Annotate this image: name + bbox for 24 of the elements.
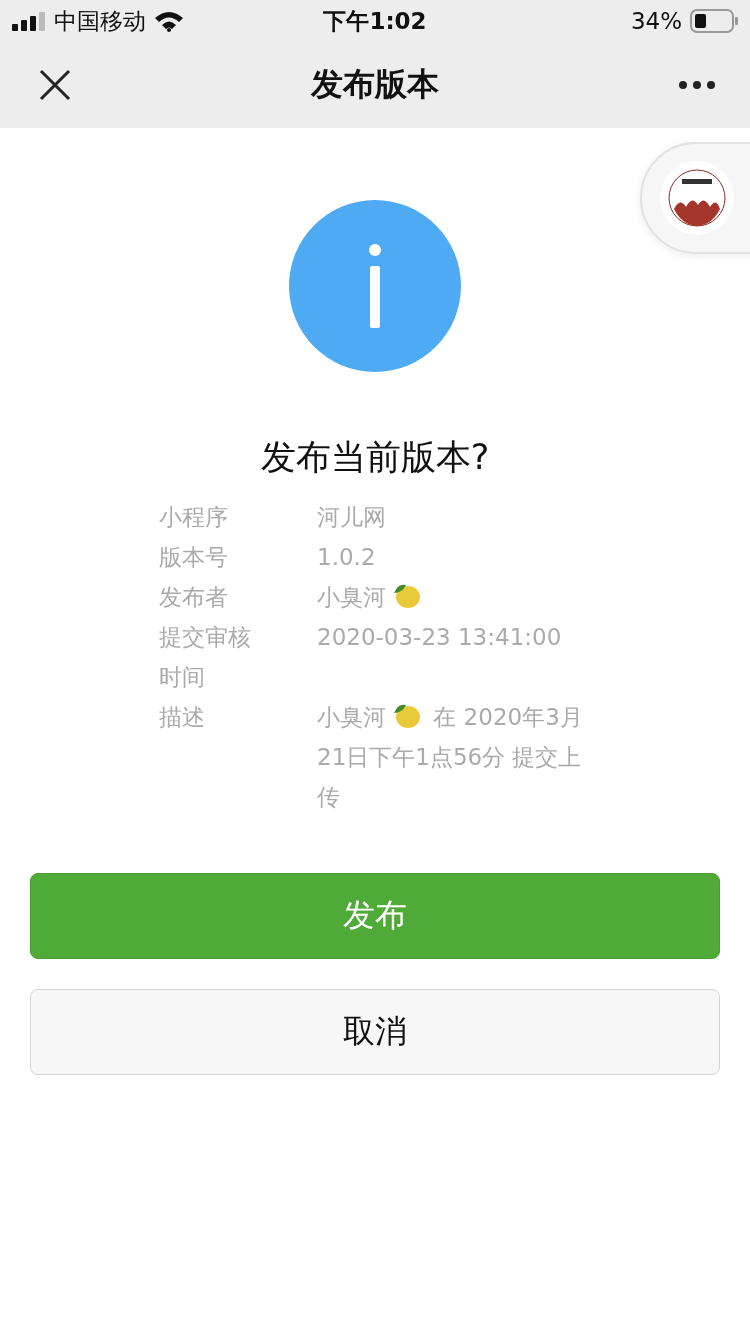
cancel-button[interactable]: 取消	[30, 989, 720, 1075]
signal-icon	[12, 11, 46, 31]
battery-icon	[690, 9, 738, 33]
info-icon	[289, 200, 461, 372]
field-label: 提交审核时间	[159, 623, 252, 692]
dialog-title: 发布当前版本?	[260, 436, 490, 479]
field-value: 河儿网	[317, 504, 386, 530]
user-name: 小臭河	[317, 584, 386, 610]
field-value: 1.0.2	[317, 544, 376, 570]
field-label: 发布者	[159, 583, 229, 612]
battery-percent: 34%	[630, 8, 682, 34]
page-title: 发布版本	[311, 64, 439, 105]
wifi-icon	[154, 10, 184, 32]
field-label: 描述	[159, 703, 206, 732]
field-label: 版本号	[159, 543, 229, 572]
close-icon[interactable]	[38, 68, 72, 102]
carrier-name: 中国移动	[54, 6, 146, 36]
description-text: 小臭河 在 2020年3月21日下午1点56分 提交上传	[317, 697, 597, 817]
clock-time: 下午1:02	[323, 6, 427, 36]
floating-capsule[interactable]	[640, 142, 750, 254]
field-label: 小程序	[159, 503, 229, 532]
more-icon[interactable]	[678, 80, 716, 90]
avatar-icon[interactable]	[660, 161, 734, 235]
field-value: 2020-03-23 13:41:00	[317, 624, 562, 650]
